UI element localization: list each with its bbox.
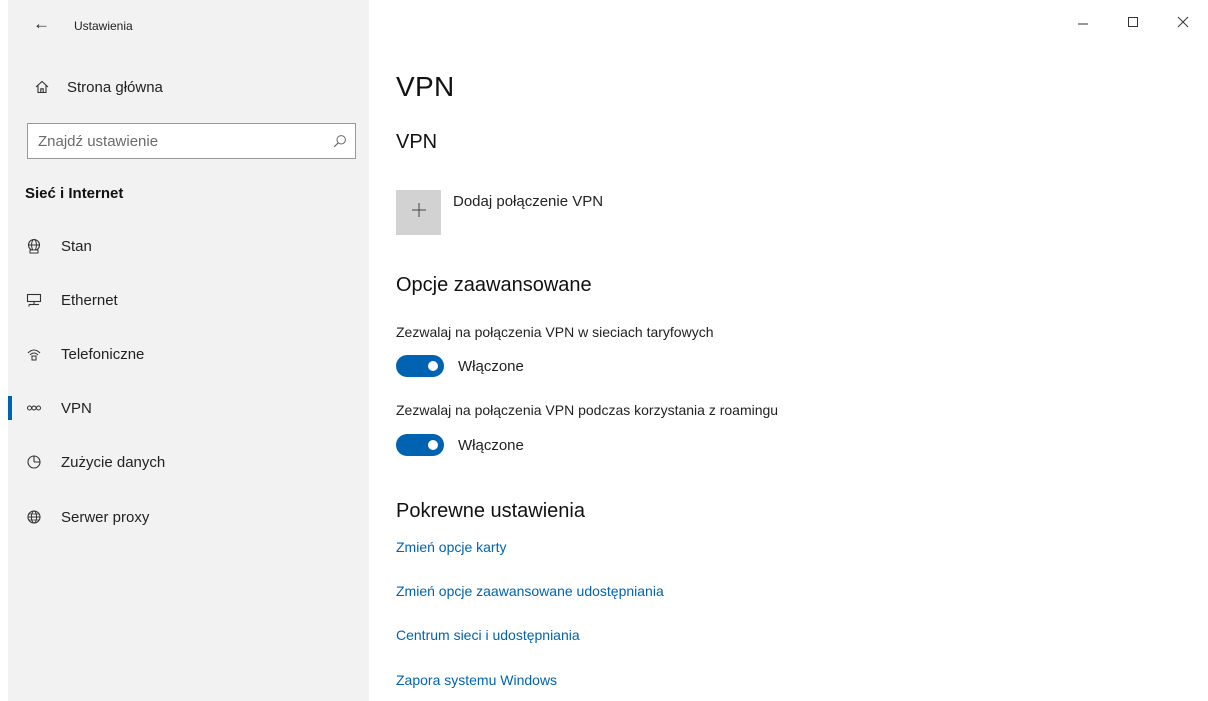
ethernet-icon	[25, 291, 43, 309]
sidebar-item-label: VPN	[61, 399, 92, 417]
sidebar-item-label: Ethernet	[61, 291, 118, 309]
status-globe-icon	[25, 237, 43, 255]
toggle-state-label: Włączone	[458, 436, 524, 454]
selection-indicator	[8, 396, 12, 420]
selection-indicator	[8, 505, 12, 529]
add-vpn-label: Dodaj połączenie VPN	[453, 193, 604, 210]
sidebar-item-stan[interactable]: Stan	[8, 226, 369, 266]
link-adapter-options[interactable]: Zmień opcje karty	[396, 539, 506, 555]
sidebar-item-label: Stan	[61, 237, 92, 255]
data-usage-icon	[25, 453, 43, 471]
sidebar-item-vpn[interactable]: VPN	[8, 388, 369, 428]
home-icon	[33, 78, 51, 96]
search-box[interactable]	[27, 123, 356, 159]
sidebar-item-ethernet[interactable]: Ethernet	[8, 280, 369, 320]
setting-label-metered: Zezwalaj na połączenia VPN w sieciach ta…	[396, 324, 714, 340]
toggle-knob	[428, 440, 438, 450]
selection-indicator	[8, 288, 12, 312]
dialup-icon	[25, 345, 43, 363]
sidebar-item-telefoniczne[interactable]: Telefoniczne	[8, 334, 369, 374]
globe-icon	[25, 508, 43, 526]
sidebar-item-serwer-proxy[interactable]: Serwer proxy	[8, 497, 369, 537]
link-windows-firewall[interactable]: Zapora systemu Windows	[396, 672, 557, 688]
setting-label-roaming: Zezwalaj na połączenia VPN podczas korzy…	[396, 402, 779, 418]
search-icon[interactable]	[325, 134, 355, 148]
window-title: Ustawienia	[74, 19, 133, 33]
page-title: VPN	[396, 71, 455, 102]
link-advanced-sharing[interactable]: Zmień opcje zaawansowane udostępniania	[396, 583, 664, 599]
plus-icon	[411, 202, 427, 223]
advanced-options-title: Opcje zaawansowane	[396, 274, 592, 296]
toggle-state-label: Włączone	[458, 357, 524, 375]
section-title: VPN	[396, 131, 438, 153]
home-label: Strona główna	[67, 78, 163, 96]
sidebar-item-label: Telefoniczne	[61, 345, 145, 363]
search-input[interactable]	[28, 132, 325, 150]
toggle-switch[interactable]	[396, 355, 444, 377]
sidebar-item-zuzycie-danych[interactable]: Zużycie danych	[8, 442, 369, 482]
toggle-metered[interactable]: Włączone	[396, 355, 524, 377]
sidebar-section-heading: Sieć i Internet	[25, 185, 124, 202]
back-arrow-icon[interactable]: ←	[33, 14, 50, 34]
close-icon[interactable]	[1158, 0, 1208, 44]
toggle-knob	[428, 361, 438, 371]
related-settings-title: Pokrewne ustawienia	[396, 500, 585, 522]
sidebar-item-label: Zużycie danych	[61, 453, 166, 471]
add-vpn-button[interactable]: Dodaj połączenie VPN	[396, 190, 603, 235]
selection-indicator	[8, 234, 12, 258]
toggle-switch[interactable]	[396, 434, 444, 456]
add-tile	[396, 190, 441, 235]
window-controls	[1058, 0, 1208, 44]
sidebar-item-label: Serwer proxy	[61, 508, 150, 526]
sidebar-item-home[interactable]: Strona główna	[33, 78, 163, 96]
toggle-roaming[interactable]: Włączone	[396, 434, 524, 456]
maximize-icon[interactable]	[1108, 0, 1158, 44]
selection-indicator	[8, 342, 12, 366]
selection-indicator	[8, 450, 12, 474]
link-network-sharing-center[interactable]: Centrum sieci i udostępniania	[396, 627, 580, 643]
minimize-icon[interactable]	[1058, 0, 1108, 44]
vpn-icon	[25, 399, 43, 417]
